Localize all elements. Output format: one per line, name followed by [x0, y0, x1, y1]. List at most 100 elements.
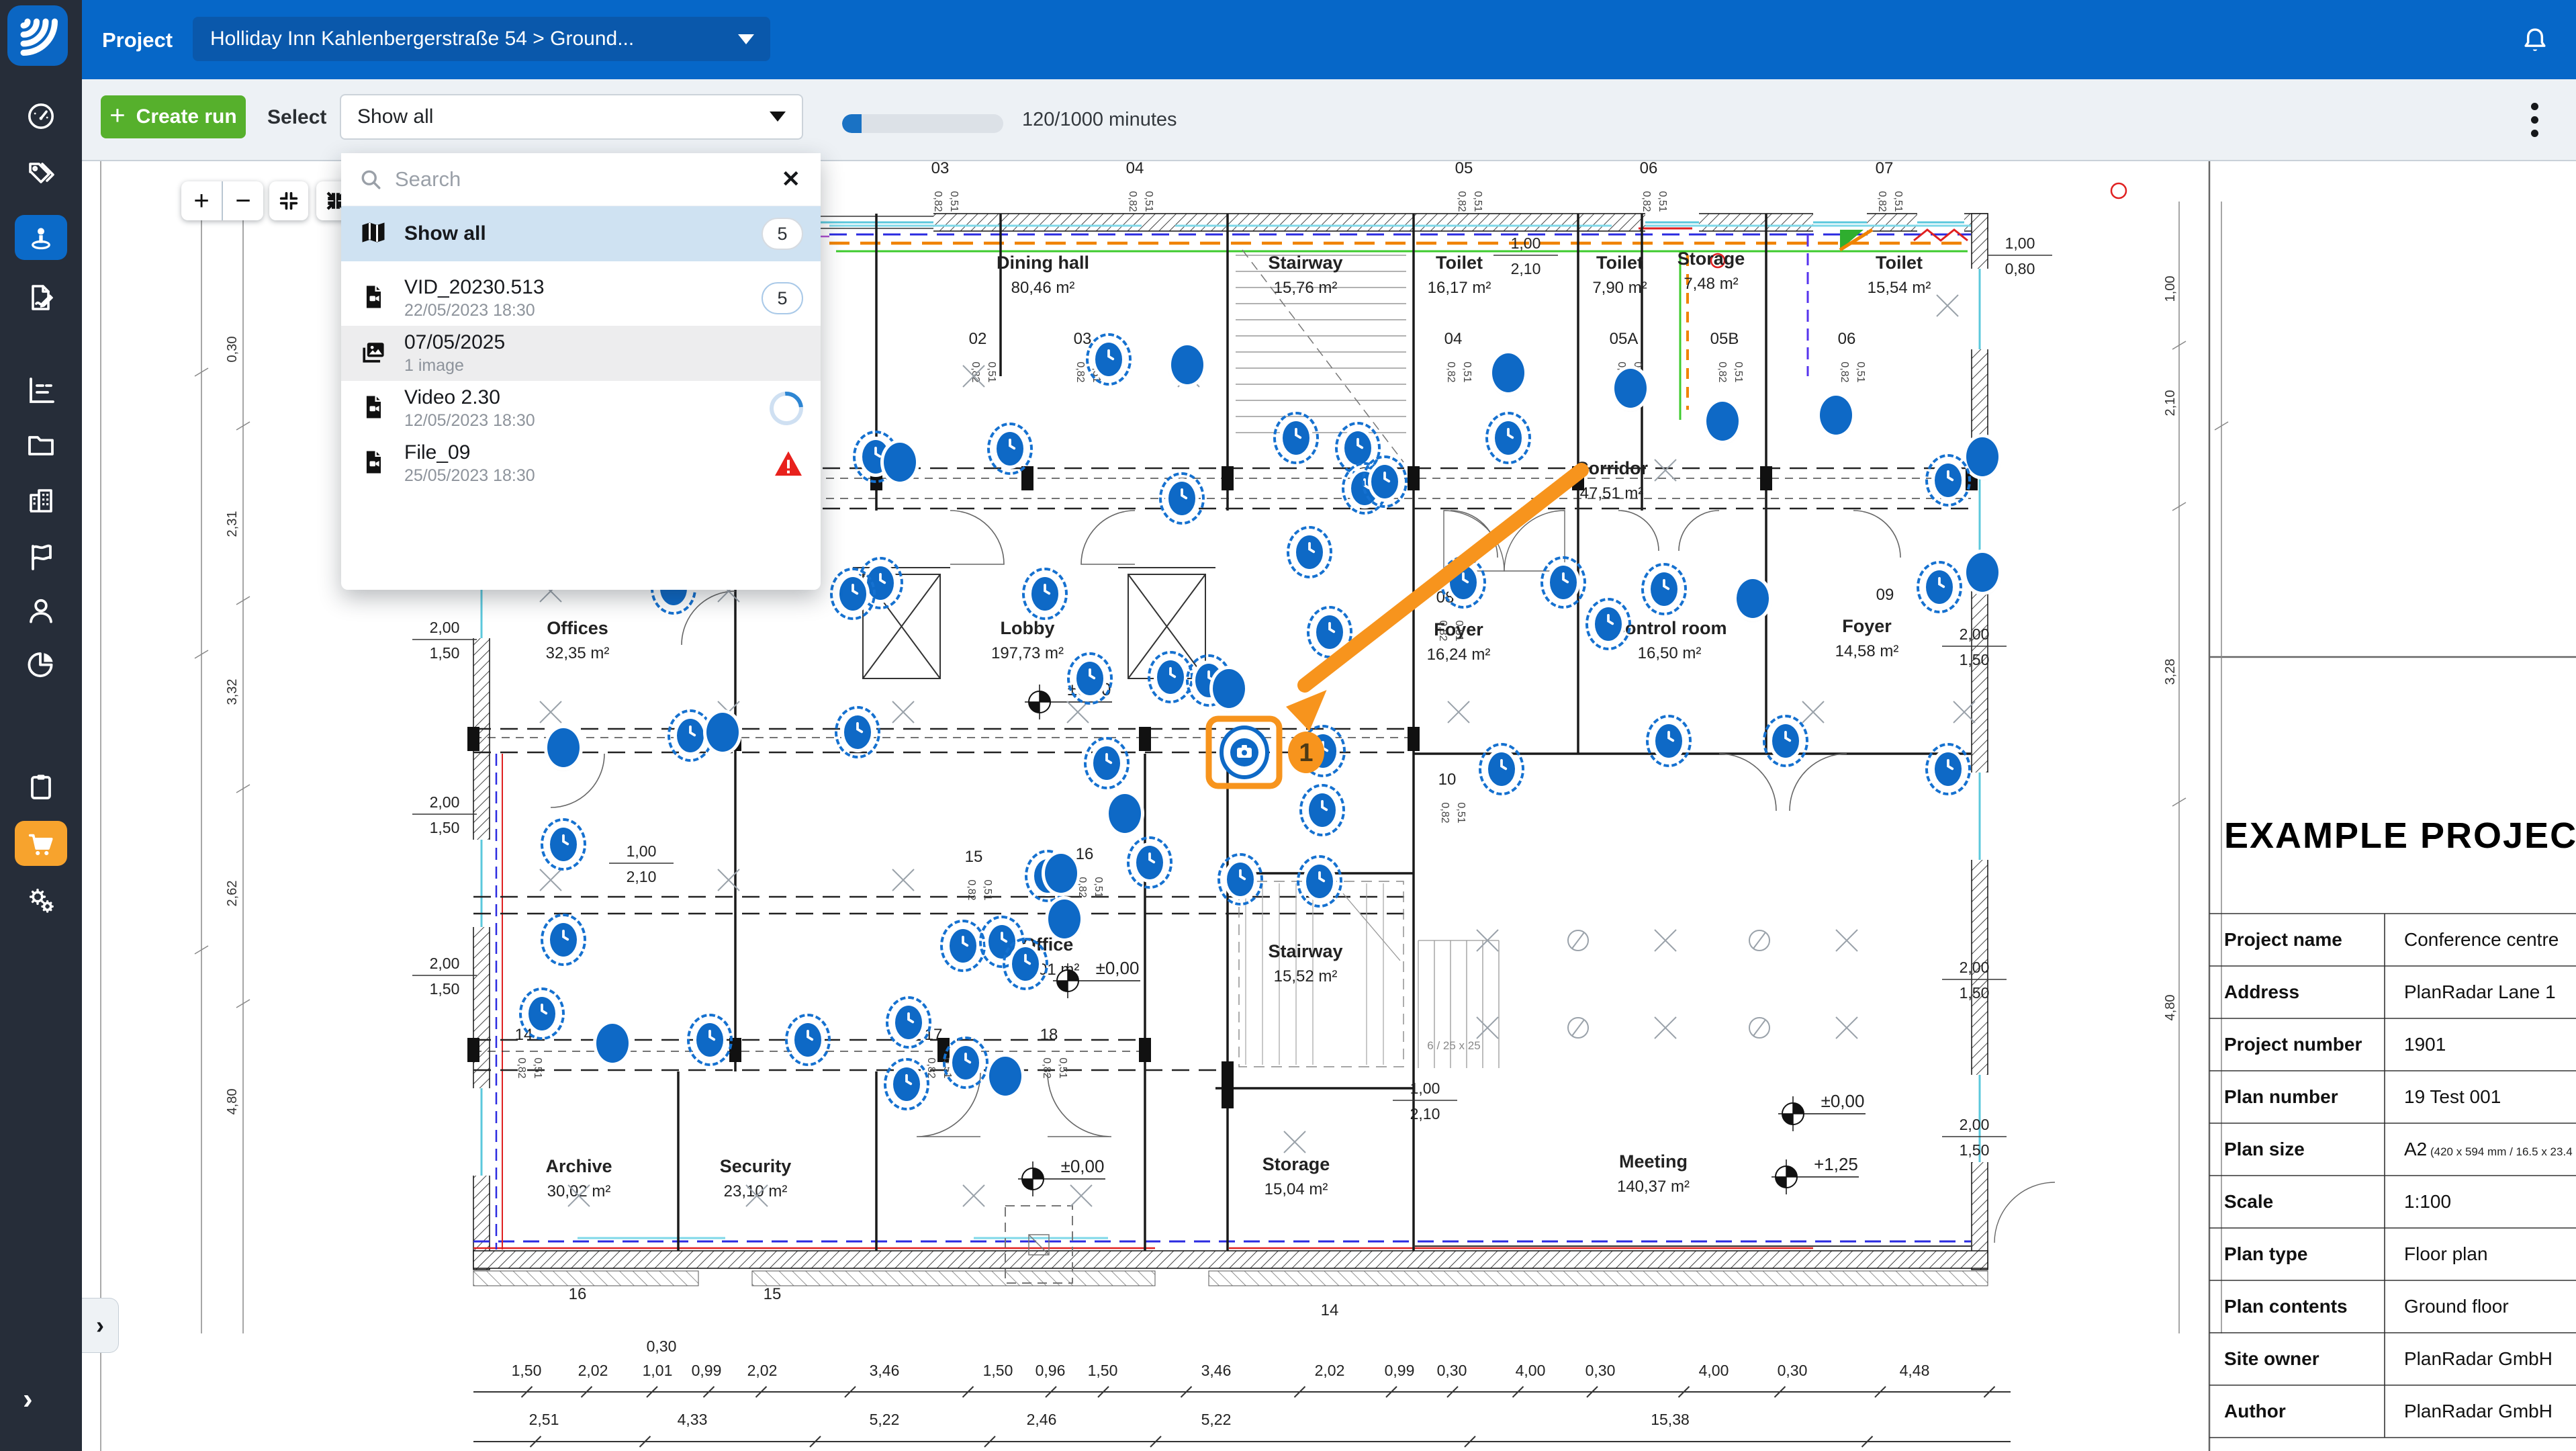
plan-marker-recording[interactable]: [844, 715, 871, 749]
dropdown-item-file-09[interactable]: File_09 25/05/2023 18:30: [341, 436, 821, 491]
plan-marker-recording[interactable]: [1926, 570, 1953, 604]
plan-marker-recording[interactable]: [1495, 421, 1522, 455]
zoom-in-button[interactable]: +: [181, 181, 223, 220]
plan-marker-recording[interactable]: [1309, 734, 1336, 768]
sidebar: ›: [0, 0, 82, 1451]
plan-marker[interactable]: [1737, 579, 1769, 618]
plan-marker[interactable]: [1820, 396, 1852, 435]
sidebar-item-site-inspection[interactable]: [15, 215, 67, 260]
sidebar-item-user[interactable]: [0, 588, 82, 633]
expand-panel-button[interactable]: ›: [82, 1298, 119, 1353]
plan-marker-recording[interactable]: [1450, 566, 1477, 599]
plan-marker-recording[interactable]: [1772, 724, 1799, 758]
plan-marker-recording[interactable]: [1168, 482, 1195, 515]
sidebar-item-forms-sign[interactable]: [0, 275, 82, 320]
plan-marker-recording[interactable]: [952, 1046, 979, 1080]
plan-marker-recording[interactable]: [696, 1023, 723, 1057]
plan-marker[interactable]: [1614, 369, 1647, 408]
plan-marker-recording[interactable]: [1488, 752, 1515, 786]
sidebar-item-clipboard[interactable]: [0, 764, 82, 809]
plan-marker[interactable]: [1492, 353, 1524, 392]
sidebar-item-folder[interactable]: [0, 422, 82, 466]
plan-marker-recording[interactable]: [1093, 746, 1120, 780]
plan-marker[interactable]: [547, 728, 580, 767]
zoom-control: + −: [181, 181, 263, 220]
plan-marker[interactable]: [1706, 402, 1739, 441]
search-input[interactable]: [394, 167, 768, 192]
plan-marker-recording[interactable]: [1296, 535, 1323, 569]
plan-marker[interactable]: [1966, 553, 1998, 592]
plan-marker-recording[interactable]: [1076, 662, 1103, 695]
dropdown-item-07-05-2025[interactable]: 07/05/2025 1 image: [341, 326, 821, 381]
plan-marker[interactable]: [1171, 345, 1203, 384]
plan-marker-recording[interactable]: [1371, 465, 1398, 498]
plan-marker-recording[interactable]: [1157, 660, 1184, 694]
sidebar-item-dashboard[interactable]: [0, 94, 82, 138]
plan-marker-recording[interactable]: [1012, 947, 1039, 981]
notifications-bell-icon[interactable]: [2520, 24, 2550, 55]
plan-marker[interactable]: [884, 443, 916, 482]
count-badge: 5: [762, 218, 803, 250]
fit-to-screen-button[interactable]: [269, 181, 308, 220]
dropdown-item-video-2-30[interactable]: Video 2.30 12/05/2023 18:30: [341, 381, 821, 436]
plan-marker-recording[interactable]: [839, 577, 866, 611]
plan-marker-recording[interactable]: [550, 828, 577, 861]
plan-marker-recording[interactable]: [895, 1006, 922, 1039]
plan-marker-recording[interactable]: [550, 923, 577, 957]
plan-marker-recording[interactable]: [1935, 752, 1962, 786]
project-selector[interactable]: Holliday Inn Kahlenbergerstraße 54 > Gro…: [193, 17, 770, 61]
sidebar-item-tags[interactable]: [0, 152, 82, 196]
filter-select[interactable]: Show all: [340, 94, 803, 140]
video-file-icon: [359, 282, 388, 315]
plan-marker-recording[interactable]: [950, 929, 976, 963]
more-options-kebab-icon[interactable]: [2521, 99, 2548, 140]
video-file-icon: [359, 447, 388, 480]
plan-marker[interactable]: [1045, 854, 1077, 893]
plan-marker-recording[interactable]: [1095, 343, 1122, 376]
plan-marker-recording[interactable]: [1550, 566, 1577, 599]
minutes-progress-label: 120/1000 minutes: [1022, 109, 1177, 131]
plan-marker[interactable]: [1109, 794, 1141, 833]
plan-marker-recording[interactable]: [1306, 865, 1333, 898]
plan-marker-recording[interactable]: [1655, 724, 1682, 758]
plan-marker-recording[interactable]: [1595, 607, 1622, 641]
sidebar-item-pie-chart[interactable]: [0, 642, 82, 687]
video-file-icon: [359, 392, 388, 425]
app-logo-icon[interactable]: [7, 5, 68, 66]
close-icon[interactable]: ✕: [779, 166, 804, 193]
dropdown-item-vid-20230-513[interactable]: VID_20230.513 22/05/2023 18:305: [341, 271, 821, 326]
toolbar: + Create run Select Show all 120/1000 mi…: [82, 79, 2576, 161]
plan-marker-recording[interactable]: [1344, 431, 1371, 465]
plan-marker[interactable]: [1213, 669, 1245, 708]
plan-marker[interactable]: [1966, 437, 1998, 476]
dropdown-item-show-all[interactable]: Show all 5: [341, 206, 821, 261]
plan-marker-recording[interactable]: [893, 1067, 920, 1101]
plan-marker-recording[interactable]: [1316, 615, 1343, 649]
sidebar-item-buildings[interactable]: [0, 478, 82, 523]
plan-marker-recording[interactable]: [528, 997, 555, 1030]
plan-filter-dropdown: ✕ Show all 5 VID_20230.513 22/05/2023 18…: [341, 153, 821, 590]
zoom-out-button[interactable]: −: [223, 181, 263, 220]
plan-marker-recording[interactable]: [677, 719, 704, 752]
plan-marker-recording[interactable]: [1309, 793, 1336, 827]
sidebar-collapse-chevron-icon[interactable]: ›: [23, 1382, 33, 1416]
item-title: Show all: [404, 222, 745, 245]
plan-marker-recording[interactable]: [1227, 863, 1254, 896]
plan-marker-recording[interactable]: [1283, 421, 1309, 455]
plan-marker-recording[interactable]: [1031, 577, 1058, 611]
plan-marker[interactable]: [1048, 899, 1080, 938]
create-run-button[interactable]: + Create run: [101, 95, 246, 138]
sidebar-item-flag[interactable]: [0, 535, 82, 579]
plan-marker-recording[interactable]: [1651, 572, 1677, 606]
warning-icon: [774, 450, 803, 477]
plan-marker[interactable]: [706, 713, 739, 752]
sidebar-item-settings[interactable]: [0, 879, 82, 923]
plan-marker-recording[interactable]: [1935, 464, 1962, 497]
plan-marker-recording[interactable]: [997, 432, 1023, 466]
sidebar-item-cart[interactable]: [15, 821, 67, 866]
plan-marker[interactable]: [989, 1057, 1021, 1096]
plan-marker-recording[interactable]: [794, 1023, 821, 1057]
sidebar-item-stats[interactable]: [0, 368, 82, 412]
plan-marker[interactable]: [596, 1024, 629, 1063]
plan-marker-recording[interactable]: [1136, 846, 1163, 879]
